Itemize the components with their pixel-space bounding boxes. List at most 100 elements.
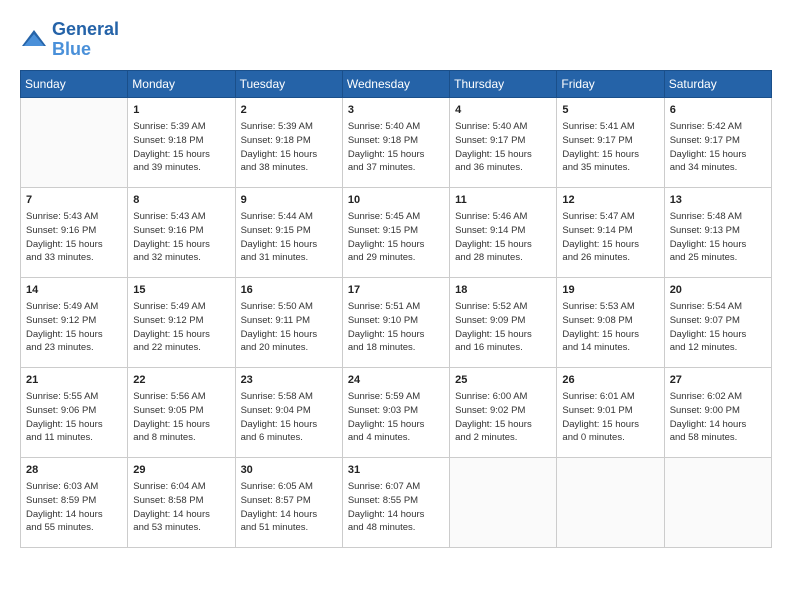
calendar-cell: 5Sunrise: 5:41 AM Sunset: 9:17 PM Daylig… <box>557 97 664 187</box>
cell-info: Sunrise: 6:01 AM Sunset: 9:01 PM Dayligh… <box>562 390 658 445</box>
week-row-5: 28Sunrise: 6:03 AM Sunset: 8:59 PM Dayli… <box>21 457 772 547</box>
cell-date: 27 <box>670 372 766 389</box>
cell-date: 12 <box>562 192 658 209</box>
cell-date: 16 <box>241 282 337 299</box>
calendar-cell <box>664 457 771 547</box>
cell-date: 21 <box>26 372 122 389</box>
cell-info: Sunrise: 5:52 AM Sunset: 9:09 PM Dayligh… <box>455 300 551 355</box>
cell-info: Sunrise: 5:42 AM Sunset: 9:17 PM Dayligh… <box>670 120 766 175</box>
day-header-saturday: Saturday <box>664 70 771 97</box>
calendar-cell: 7Sunrise: 5:43 AM Sunset: 9:16 PM Daylig… <box>21 187 128 277</box>
calendar-cell: 23Sunrise: 5:58 AM Sunset: 9:04 PM Dayli… <box>235 367 342 457</box>
calendar-cell <box>21 97 128 187</box>
cell-date: 2 <box>241 102 337 119</box>
cell-date: 15 <box>133 282 229 299</box>
cell-info: Sunrise: 5:54 AM Sunset: 9:07 PM Dayligh… <box>670 300 766 355</box>
calendar-cell <box>557 457 664 547</box>
week-row-4: 21Sunrise: 5:55 AM Sunset: 9:06 PM Dayli… <box>21 367 772 457</box>
cell-date: 18 <box>455 282 551 299</box>
calendar-header: SundayMondayTuesdayWednesdayThursdayFrid… <box>21 70 772 97</box>
cell-date: 24 <box>348 372 444 389</box>
cell-date: 6 <box>670 102 766 119</box>
cell-info: Sunrise: 5:48 AM Sunset: 9:13 PM Dayligh… <box>670 210 766 265</box>
calendar-cell: 31Sunrise: 6:07 AM Sunset: 8:55 PM Dayli… <box>342 457 449 547</box>
cell-date: 22 <box>133 372 229 389</box>
cell-info: Sunrise: 5:44 AM Sunset: 9:15 PM Dayligh… <box>241 210 337 265</box>
calendar-cell: 18Sunrise: 5:52 AM Sunset: 9:09 PM Dayli… <box>450 277 557 367</box>
cell-info: Sunrise: 5:53 AM Sunset: 9:08 PM Dayligh… <box>562 300 658 355</box>
cell-info: Sunrise: 5:50 AM Sunset: 9:11 PM Dayligh… <box>241 300 337 355</box>
week-row-1: 1Sunrise: 5:39 AM Sunset: 9:18 PM Daylig… <box>21 97 772 187</box>
logo-text: General Blue <box>52 20 119 60</box>
cell-info: Sunrise: 5:39 AM Sunset: 9:18 PM Dayligh… <box>133 120 229 175</box>
day-header-row: SundayMondayTuesdayWednesdayThursdayFrid… <box>21 70 772 97</box>
cell-info: Sunrise: 5:55 AM Sunset: 9:06 PM Dayligh… <box>26 390 122 445</box>
calendar-cell: 11Sunrise: 5:46 AM Sunset: 9:14 PM Dayli… <box>450 187 557 277</box>
cell-date: 3 <box>348 102 444 119</box>
week-row-3: 14Sunrise: 5:49 AM Sunset: 9:12 PM Dayli… <box>21 277 772 367</box>
cell-date: 10 <box>348 192 444 209</box>
calendar-cell: 13Sunrise: 5:48 AM Sunset: 9:13 PM Dayli… <box>664 187 771 277</box>
day-header-tuesday: Tuesday <box>235 70 342 97</box>
cell-info: Sunrise: 5:41 AM Sunset: 9:17 PM Dayligh… <box>562 120 658 175</box>
cell-date: 9 <box>241 192 337 209</box>
calendar-cell: 8Sunrise: 5:43 AM Sunset: 9:16 PM Daylig… <box>128 187 235 277</box>
calendar-cell: 3Sunrise: 5:40 AM Sunset: 9:18 PM Daylig… <box>342 97 449 187</box>
cell-info: Sunrise: 5:49 AM Sunset: 9:12 PM Dayligh… <box>26 300 122 355</box>
cell-date: 19 <box>562 282 658 299</box>
cell-info: Sunrise: 5:59 AM Sunset: 9:03 PM Dayligh… <box>348 390 444 445</box>
calendar-cell: 1Sunrise: 5:39 AM Sunset: 9:18 PM Daylig… <box>128 97 235 187</box>
cell-info: Sunrise: 6:02 AM Sunset: 9:00 PM Dayligh… <box>670 390 766 445</box>
calendar-cell: 10Sunrise: 5:45 AM Sunset: 9:15 PM Dayli… <box>342 187 449 277</box>
calendar-cell: 14Sunrise: 5:49 AM Sunset: 9:12 PM Dayli… <box>21 277 128 367</box>
calendar-cell: 20Sunrise: 5:54 AM Sunset: 9:07 PM Dayli… <box>664 277 771 367</box>
calendar-cell: 4Sunrise: 5:40 AM Sunset: 9:17 PM Daylig… <box>450 97 557 187</box>
day-header-friday: Friday <box>557 70 664 97</box>
cell-date: 7 <box>26 192 122 209</box>
cell-date: 5 <box>562 102 658 119</box>
cell-info: Sunrise: 6:04 AM Sunset: 8:58 PM Dayligh… <box>133 480 229 535</box>
calendar-cell <box>450 457 557 547</box>
calendar-table: SundayMondayTuesdayWednesdayThursdayFrid… <box>20 70 772 548</box>
cell-date: 1 <box>133 102 229 119</box>
cell-info: Sunrise: 5:45 AM Sunset: 9:15 PM Dayligh… <box>348 210 444 265</box>
cell-date: 29 <box>133 462 229 479</box>
calendar-cell: 22Sunrise: 5:56 AM Sunset: 9:05 PM Dayli… <box>128 367 235 457</box>
cell-info: Sunrise: 6:03 AM Sunset: 8:59 PM Dayligh… <box>26 480 122 535</box>
calendar-cell: 21Sunrise: 5:55 AM Sunset: 9:06 PM Dayli… <box>21 367 128 457</box>
cell-date: 26 <box>562 372 658 389</box>
day-header-monday: Monday <box>128 70 235 97</box>
cell-info: Sunrise: 5:51 AM Sunset: 9:10 PM Dayligh… <box>348 300 444 355</box>
cell-info: Sunrise: 5:46 AM Sunset: 9:14 PM Dayligh… <box>455 210 551 265</box>
day-header-thursday: Thursday <box>450 70 557 97</box>
calendar-cell: 6Sunrise: 5:42 AM Sunset: 9:17 PM Daylig… <box>664 97 771 187</box>
calendar-cell: 27Sunrise: 6:02 AM Sunset: 9:00 PM Dayli… <box>664 367 771 457</box>
logo: General Blue <box>20 20 119 60</box>
calendar-cell: 19Sunrise: 5:53 AM Sunset: 9:08 PM Dayli… <box>557 277 664 367</box>
cell-info: Sunrise: 5:47 AM Sunset: 9:14 PM Dayligh… <box>562 210 658 265</box>
cell-date: 28 <box>26 462 122 479</box>
cell-date: 17 <box>348 282 444 299</box>
calendar-cell: 25Sunrise: 6:00 AM Sunset: 9:02 PM Dayli… <box>450 367 557 457</box>
page-header: General Blue <box>20 20 772 60</box>
cell-date: 23 <box>241 372 337 389</box>
cell-info: Sunrise: 6:05 AM Sunset: 8:57 PM Dayligh… <box>241 480 337 535</box>
cell-info: Sunrise: 5:56 AM Sunset: 9:05 PM Dayligh… <box>133 390 229 445</box>
day-header-wednesday: Wednesday <box>342 70 449 97</box>
calendar-cell: 30Sunrise: 6:05 AM Sunset: 8:57 PM Dayli… <box>235 457 342 547</box>
cell-info: Sunrise: 5:40 AM Sunset: 9:18 PM Dayligh… <box>348 120 444 175</box>
cell-info: Sunrise: 6:07 AM Sunset: 8:55 PM Dayligh… <box>348 480 444 535</box>
calendar-cell: 29Sunrise: 6:04 AM Sunset: 8:58 PM Dayli… <box>128 457 235 547</box>
calendar-cell: 17Sunrise: 5:51 AM Sunset: 9:10 PM Dayli… <box>342 277 449 367</box>
cell-date: 8 <box>133 192 229 209</box>
calendar-cell: 9Sunrise: 5:44 AM Sunset: 9:15 PM Daylig… <box>235 187 342 277</box>
cell-date: 14 <box>26 282 122 299</box>
cell-date: 13 <box>670 192 766 209</box>
cell-date: 31 <box>348 462 444 479</box>
cell-date: 11 <box>455 192 551 209</box>
cell-info: Sunrise: 6:00 AM Sunset: 9:02 PM Dayligh… <box>455 390 551 445</box>
cell-info: Sunrise: 5:58 AM Sunset: 9:04 PM Dayligh… <box>241 390 337 445</box>
week-row-2: 7Sunrise: 5:43 AM Sunset: 9:16 PM Daylig… <box>21 187 772 277</box>
cell-info: Sunrise: 5:43 AM Sunset: 9:16 PM Dayligh… <box>26 210 122 265</box>
cell-date: 20 <box>670 282 766 299</box>
